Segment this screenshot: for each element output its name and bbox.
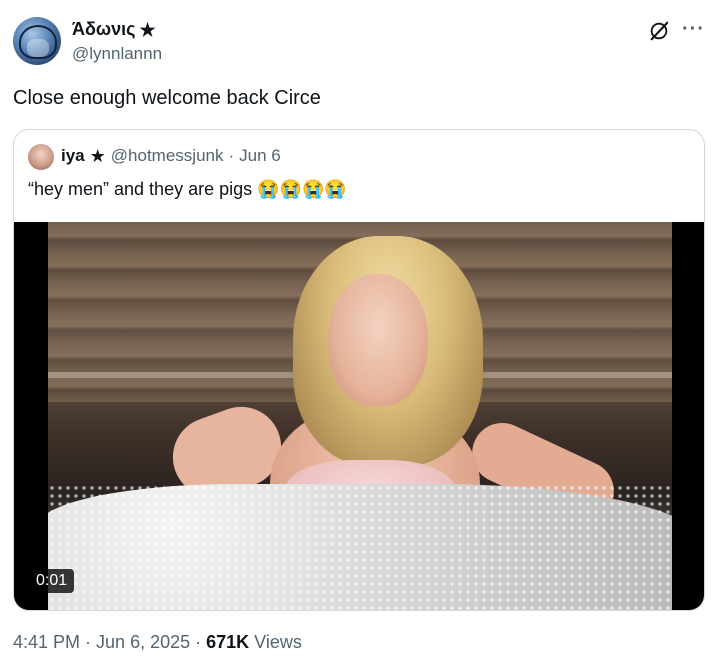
tweet-date[interactable]: Jun 6, 2025 [96,632,190,653]
quoted-author-handle[interactable]: @hotmessjunk [111,146,224,166]
grok-icon[interactable] [648,20,670,42]
tweet-meta: 4:41 PM · Jun 6, 2025 · 671K Views [13,632,302,653]
video-figure-face [328,274,428,406]
video-foam-texture [48,484,672,610]
quoted-tweet[interactable]: iya ★ @hotmessjunk · Jun 6 “hey men” and… [13,129,705,611]
star-icon: ★ [89,146,106,166]
quoted-author-name[interactable]: iya [61,146,85,166]
quoted-author-avatar[interactable] [28,144,54,170]
tweet-time[interactable]: 4:41 PM [13,632,80,653]
views-count[interactable]: 671K [206,632,249,653]
star-icon: ★ [139,19,156,40]
author-handle[interactable]: @lynnlannn [72,44,162,64]
separator-dot: · [228,146,235,165]
author-display-name[interactable]: Άδωνις [72,19,136,40]
author-name-row[interactable]: Άδωνις ★ [72,19,156,40]
quoted-tweet-text: “hey men” and they are pigs 😭😭😭😭 [28,179,347,199]
quoted-tweet-header: iya ★ @hotmessjunk · Jun 6 [61,146,281,166]
separator-dot: · [195,632,202,652]
tweet-text: Close enough welcome back Circe [13,87,321,109]
author-avatar[interactable] [13,17,61,65]
more-options-icon[interactable]: ··· [682,18,705,41]
views-label: Views [254,632,302,652]
separator-dot: · [85,632,92,652]
quoted-tweet-date[interactable]: Jun 6 [239,146,281,166]
video-player[interactable]: 0:01 [14,222,704,610]
video-timestamp-badge: 0:01 [29,569,75,593]
video-frame[interactable] [48,222,672,610]
